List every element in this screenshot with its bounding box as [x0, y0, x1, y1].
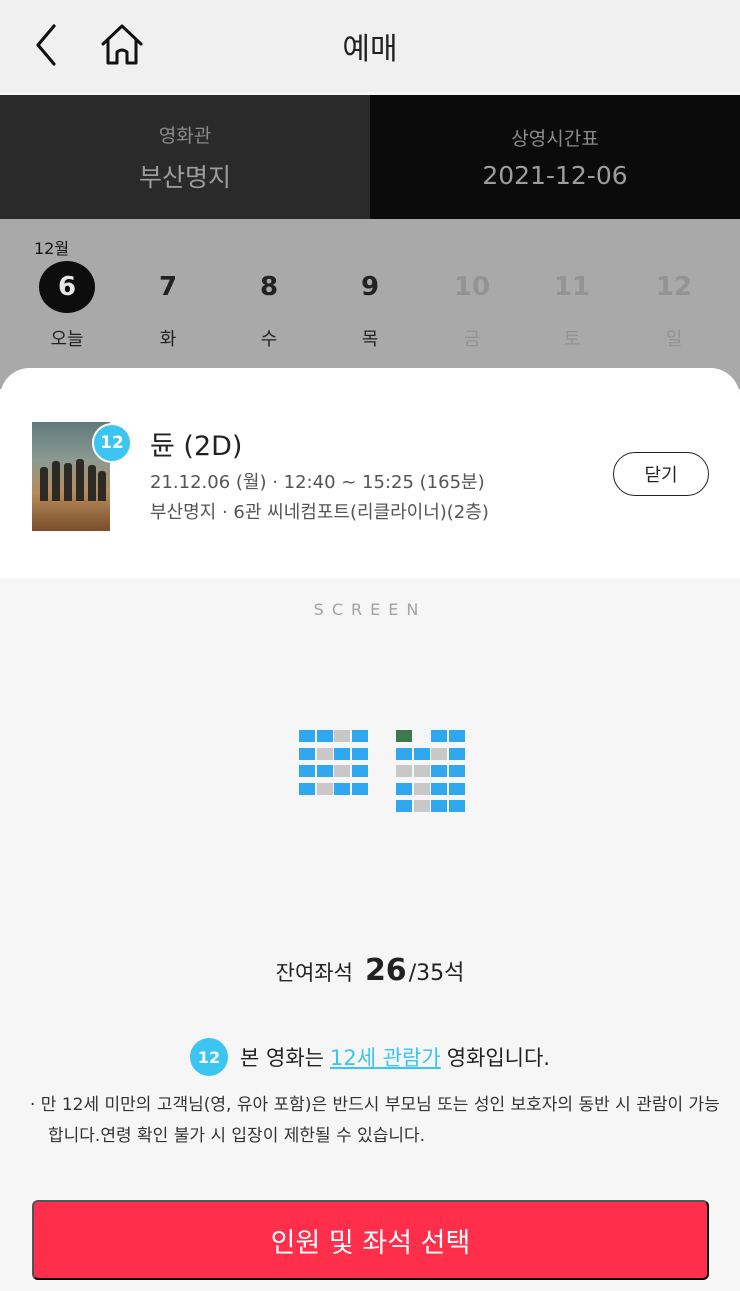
- seat-available: [448, 730, 465, 742]
- seat-available: [351, 747, 368, 760]
- date-item[interactable]: 9 목: [340, 261, 400, 351]
- seat-available: [351, 782, 368, 795]
- seat-available: [448, 782, 465, 795]
- seat-available: [448, 765, 465, 777]
- seat-available: [299, 782, 315, 795]
- remaining-label: 잔여좌석: [275, 961, 353, 985]
- schedule-label: 상영시간표: [511, 128, 599, 150]
- seat-taken: [396, 765, 412, 777]
- screen-label: SCREEN: [313, 600, 427, 619]
- weekday-label: 수: [260, 329, 278, 350]
- weekday-label: 화: [159, 329, 177, 350]
- date-item[interactable]: 8 수: [239, 261, 299, 351]
- seat-available: [334, 747, 350, 760]
- seat-available: [431, 782, 447, 795]
- date-number: 8: [259, 272, 279, 302]
- app-header: 예매: [0, 0, 740, 92]
- date-item-disabled: 12 일: [644, 261, 704, 351]
- movie-info-card: 12 듄 (2D) 21.12.06 (월) · 12:40 ~ 15:25 (…: [0, 368, 740, 578]
- schedule-date: 2021-12-06: [482, 161, 628, 190]
- seat-available: [334, 782, 350, 795]
- weekday-label: 토: [563, 329, 581, 350]
- age-restriction-notice: · 만 12세 미만의 고객님(영, 유아 포함)은 반드시 부모님 또는 성인…: [30, 1090, 720, 1152]
- seat-available: [413, 747, 430, 760]
- weekday-label: 금: [463, 329, 481, 350]
- seat-preview-sheet: 12 듄 (2D) 21.12.06 (월) · 12:40 ~ 15:25 (…: [0, 368, 740, 1291]
- seat-available: [396, 782, 412, 795]
- seat-available: [299, 730, 315, 742]
- rating-prefix: 본 영화는: [240, 1046, 324, 1070]
- rating-suffix: 영화입니다.: [446, 1046, 550, 1070]
- date-number: 11: [553, 272, 591, 302]
- age-rating-badge: 12: [92, 423, 132, 463]
- schedule-selector[interactable]: 상영시간표 2021-12-06: [370, 95, 740, 219]
- seat-available: [316, 765, 333, 777]
- page-title: 예매: [342, 32, 398, 67]
- weekday-label: 목: [361, 329, 379, 350]
- seat-available: [396, 747, 412, 760]
- close-button[interactable]: 닫기: [613, 452, 709, 496]
- rating-link[interactable]: 12세 관람가: [330, 1042, 441, 1072]
- seat-available: [316, 730, 333, 742]
- date-picker: 12월 6 오늘 7 화 8 수 9 목 10 금 11 토 12 일: [0, 219, 740, 389]
- seat-map: [299, 730, 469, 820]
- seat-taken: [413, 782, 430, 795]
- rating-notice: 12 본 영화는 12세 관람가 영화입니다.: [0, 1038, 740, 1076]
- remaining-seats: 잔여좌석 26/35석: [0, 953, 740, 988]
- date-item-disabled: 10 금: [442, 261, 502, 351]
- date-number: 9: [360, 272, 380, 302]
- date-number: 6: [39, 261, 95, 313]
- date-item-disabled: 11 토: [542, 261, 602, 351]
- seat-available: [351, 765, 368, 777]
- date-number: 10: [453, 272, 491, 302]
- movie-title: 듄 (2D): [150, 431, 243, 462]
- select-seats-button[interactable]: 인원 및 좌석 선택: [32, 1200, 709, 1280]
- booking-info-bar: 영화관 부산명지 상영시간표 2021-12-06: [0, 95, 740, 219]
- seat-taken: [431, 747, 447, 760]
- seat-available: [448, 800, 465, 812]
- age-rating-badge: 12: [190, 1038, 229, 1076]
- date-number: 12: [655, 272, 693, 302]
- date-number: 7: [158, 272, 178, 302]
- theater-value: 부산명지: [138, 162, 231, 192]
- weekday-label: 오늘: [50, 329, 84, 350]
- screen-location: 부산명지 · 6관 씨네컴포트(리클라이너)(2층): [150, 502, 489, 523]
- seat-available: [448, 747, 465, 760]
- seat-taken: [413, 800, 430, 812]
- remaining-count: 26: [364, 953, 407, 988]
- date-item-today[interactable]: 6 오늘: [37, 261, 97, 351]
- seat-taken: [316, 782, 333, 795]
- seat-taken: [316, 747, 333, 760]
- seat-available: [299, 747, 315, 760]
- date-item[interactable]: 7 화: [138, 261, 198, 351]
- showtime-info: 21.12.06 (월) · 12:40 ~ 15:25 (165분): [150, 472, 485, 493]
- month-label: 12월: [34, 239, 70, 258]
- seat-available: [396, 800, 412, 812]
- seat-taken: [413, 765, 430, 777]
- theater-selector[interactable]: 영화관 부산명지: [0, 95, 370, 219]
- seat-available: [431, 765, 447, 777]
- seat-available: [431, 730, 447, 742]
- seat-available: [351, 730, 368, 742]
- seat-special: [396, 730, 412, 742]
- weekday-label: 일: [665, 329, 683, 350]
- seat-available: [299, 765, 315, 777]
- notice-text: · 만 12세 미만의 고객님(영, 유아 포함)은 반드시 부모님 또는 성인…: [30, 1095, 720, 1146]
- total-seats: /35석: [408, 961, 465, 986]
- seat-taken: [334, 730, 350, 742]
- seat-available: [431, 800, 447, 812]
- seat-taken: [334, 765, 350, 777]
- theater-label: 영화관: [158, 124, 212, 147]
